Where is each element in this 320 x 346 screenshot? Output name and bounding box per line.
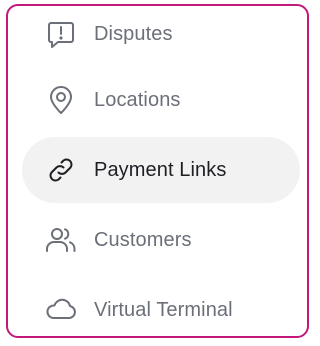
sidebar-item-label: Disputes	[94, 22, 173, 45]
sidebar-item-label: Payment Links	[94, 158, 227, 181]
sidebar-item-label: Virtual Terminal	[94, 298, 233, 321]
users-icon	[44, 223, 78, 257]
sidebar-item-customers[interactable]: Customers	[22, 207, 300, 273]
sidebar-item-label: Locations	[94, 88, 181, 111]
sidebar-item-payment-links[interactable]: Payment Links	[22, 137, 300, 203]
sidebar-item-label: Customers	[94, 228, 192, 251]
sidebar-menu: Disputes Locations Payment Links Custome…	[6, 4, 309, 338]
link-icon	[44, 153, 78, 187]
sidebar-item-locations[interactable]: Locations	[22, 67, 300, 133]
map-pin-icon	[44, 83, 78, 117]
dispute-alert-icon	[44, 17, 78, 51]
sidebar-item-disputes[interactable]: Disputes	[22, 6, 300, 67]
sidebar-item-virtual-terminal[interactable]: Virtual Terminal	[22, 277, 300, 336]
cloud-icon	[44, 293, 78, 327]
